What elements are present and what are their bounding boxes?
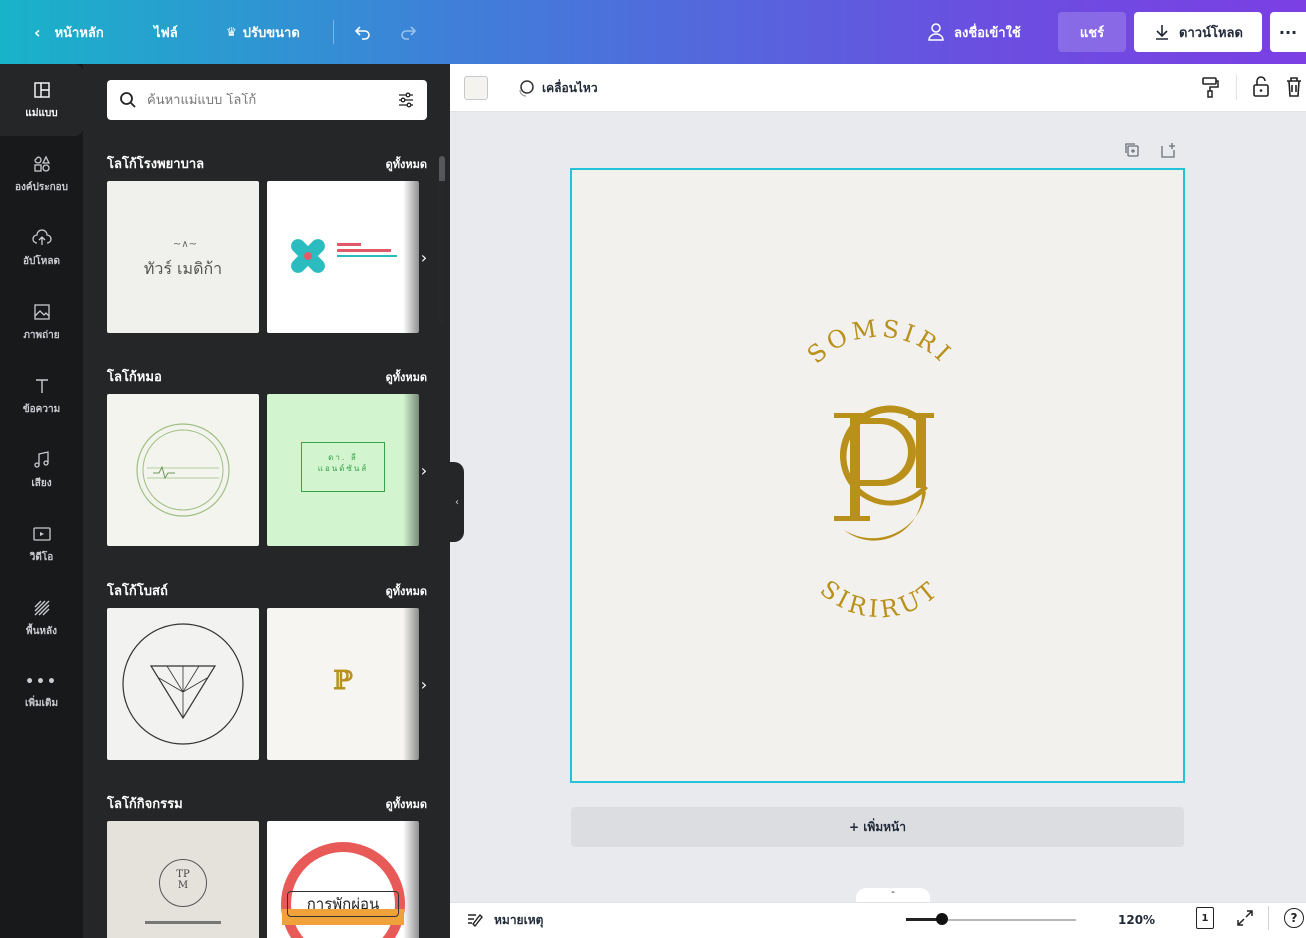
logo-bottom-text: SIRIRUT: [815, 575, 945, 624]
more-icon: •••: [25, 673, 58, 690]
notes-icon: [468, 913, 483, 928]
top-bar: ‹ หน้าหลัก ไฟล์ ♛ ปรับขนาด ลงชื่อเข้าใช้…: [0, 0, 1306, 64]
section-title-hospital: โลโก้โรงพยาบาล: [107, 157, 205, 172]
chevron-up-icon: ˆ: [890, 890, 896, 902]
more-button[interactable]: ···: [1270, 12, 1306, 52]
rail-tab-background[interactable]: พื้นหลัง: [0, 582, 83, 654]
upload-icon: [31, 228, 52, 245]
music-icon: [33, 450, 49, 468]
logo-top-text: SOMSIRI: [802, 314, 958, 369]
template-thumbnail[interactable]: TP M: [107, 821, 259, 938]
rail-tab-more[interactable]: ••• เพิ่มเติม: [0, 656, 83, 728]
bottom-bar: [450, 902, 1306, 938]
chevron-right-icon[interactable]: ›: [416, 460, 432, 480]
share-button[interactable]: แชร์: [1058, 12, 1126, 52]
side-rail: แม่แบบ องค์ประกอบ อัปโหลด ภาพถ่าย ข้อควา…: [0, 64, 83, 938]
unlock-icon[interactable]: [1252, 76, 1270, 98]
template-thumbnail[interactable]: ℙ: [267, 608, 419, 760]
rail-tab-uploads[interactable]: อัปโหลด: [0, 212, 83, 284]
background-icon: [34, 600, 49, 615]
search-box[interactable]: [107, 80, 427, 120]
section-title-activity: โลโก้กิจกรรม: [107, 797, 183, 812]
badge-seal-icon: [281, 842, 405, 938]
undo-button[interactable]: [353, 0, 373, 64]
template-thumbnail[interactable]: ~∧~ ทัวร์ เมดิก้า: [107, 181, 259, 333]
rail-tab-video[interactable]: วิดีโอ: [0, 508, 83, 580]
home-button[interactable]: ‹ หน้าหลัก: [34, 0, 104, 64]
animate-icon: [519, 80, 534, 97]
trash-icon[interactable]: [1285, 76, 1303, 98]
fullscreen-icon[interactable]: [1236, 909, 1254, 927]
animate-button[interactable]: เคลื่อนไหว: [516, 76, 598, 100]
template-thumbnail[interactable]: [107, 394, 259, 546]
zoom-slider-handle[interactable]: [936, 913, 948, 925]
rail-tab-photos[interactable]: ภาพถ่าย: [0, 286, 83, 358]
search-icon: [120, 92, 136, 108]
see-all-church[interactable]: ดูทั้งหมด: [386, 582, 427, 600]
background-color-swatch[interactable]: [464, 76, 488, 100]
collapse-panel-button[interactable]: ‹: [450, 462, 464, 542]
undo-icon: [354, 26, 370, 40]
download-button[interactable]: ดาวน์โหลด: [1134, 12, 1262, 52]
elements-icon: [33, 155, 50, 172]
page-count-button[interactable]: 1: [1196, 907, 1214, 929]
rail-tab-templates[interactable]: แม่แบบ: [0, 64, 83, 136]
template-thumbnail[interactable]: ดา. ลี แอนด์ซันส์: [267, 394, 419, 546]
add-page-button[interactable]: + เพิ่มหน้า: [571, 807, 1184, 847]
badge-circle-icon: [136, 423, 230, 517]
duplicate-page-icon[interactable]: [1124, 142, 1140, 158]
template-icon: [33, 81, 50, 98]
templates-panel: โลโก้โรงพยาบาล ดูทั้งหมด ~∧~ ทัวร์ เมดิก…: [83, 64, 450, 938]
signin-button[interactable]: ลงชื่อเข้าใช้: [926, 0, 1021, 64]
redo-icon: [401, 26, 417, 40]
rail-tab-elements[interactable]: องค์ประกอบ: [0, 138, 83, 210]
chevron-left-icon: ‹: [455, 496, 459, 508]
chevron-right-icon[interactable]: ›: [416, 674, 432, 694]
heartbeat-icon: ~∧~: [173, 239, 198, 250]
carousel-fade: [403, 821, 450, 938]
video-icon: [32, 526, 51, 541]
download-icon: [1156, 25, 1169, 40]
monogram-logo[interactable]: SOMSIRI SIRIRUT: [572, 170, 1183, 781]
thumb-text-lines: [337, 243, 407, 257]
help-button[interactable]: ?: [1284, 908, 1304, 928]
divider: [333, 20, 334, 44]
section-title-doctor: โลโก้หมอ: [107, 370, 162, 385]
add-page-icon[interactable]: [1160, 142, 1178, 158]
chevron-left-icon: ‹: [34, 22, 41, 42]
see-all-activity[interactable]: ดูทั้งหมด: [386, 795, 427, 813]
paint-roller-icon[interactable]: [1200, 76, 1220, 98]
template-thumbnail[interactable]: [107, 608, 259, 760]
photo-icon: [33, 303, 50, 320]
user-icon: [928, 23, 944, 41]
text-icon: [35, 378, 48, 393]
design-page[interactable]: SOMSIRI SIRIRUT: [570, 168, 1185, 783]
medical-cross-icon: [291, 239, 325, 273]
crown-icon: ♛: [226, 25, 237, 39]
chevron-right-icon[interactable]: ›: [416, 247, 432, 267]
rail-tab-text[interactable]: ข้อความ: [0, 360, 83, 432]
thumb-text-lines: [145, 921, 221, 924]
template-thumbnail[interactable]: [267, 181, 419, 333]
see-all-hospital[interactable]: ดูทั้งหมด: [386, 155, 427, 173]
template-thumbnail[interactable]: การพักผ่อน: [267, 821, 419, 938]
file-menu[interactable]: ไฟล์: [154, 0, 178, 64]
resize-button[interactable]: ♛ ปรับขนาด: [226, 0, 300, 64]
notes-button[interactable]: หมายเหตุ: [466, 902, 543, 938]
rail-tab-audio[interactable]: เสียง: [0, 434, 83, 506]
zoom-level[interactable]: 120%: [1118, 902, 1155, 938]
divider: [1236, 74, 1237, 100]
see-all-doctor[interactable]: ดูทั้งหมด: [386, 368, 427, 386]
redo-button[interactable]: [398, 0, 418, 64]
mini-monogram: ℙ: [333, 666, 353, 696]
logo-monogram: [834, 405, 934, 541]
section-title-church: โลโก้โบสถ์: [107, 584, 168, 599]
divider: [1268, 906, 1269, 930]
search-input[interactable]: [147, 92, 387, 108]
triangle-emblem-icon: [122, 623, 244, 745]
filter-icon[interactable]: [397, 91, 415, 109]
